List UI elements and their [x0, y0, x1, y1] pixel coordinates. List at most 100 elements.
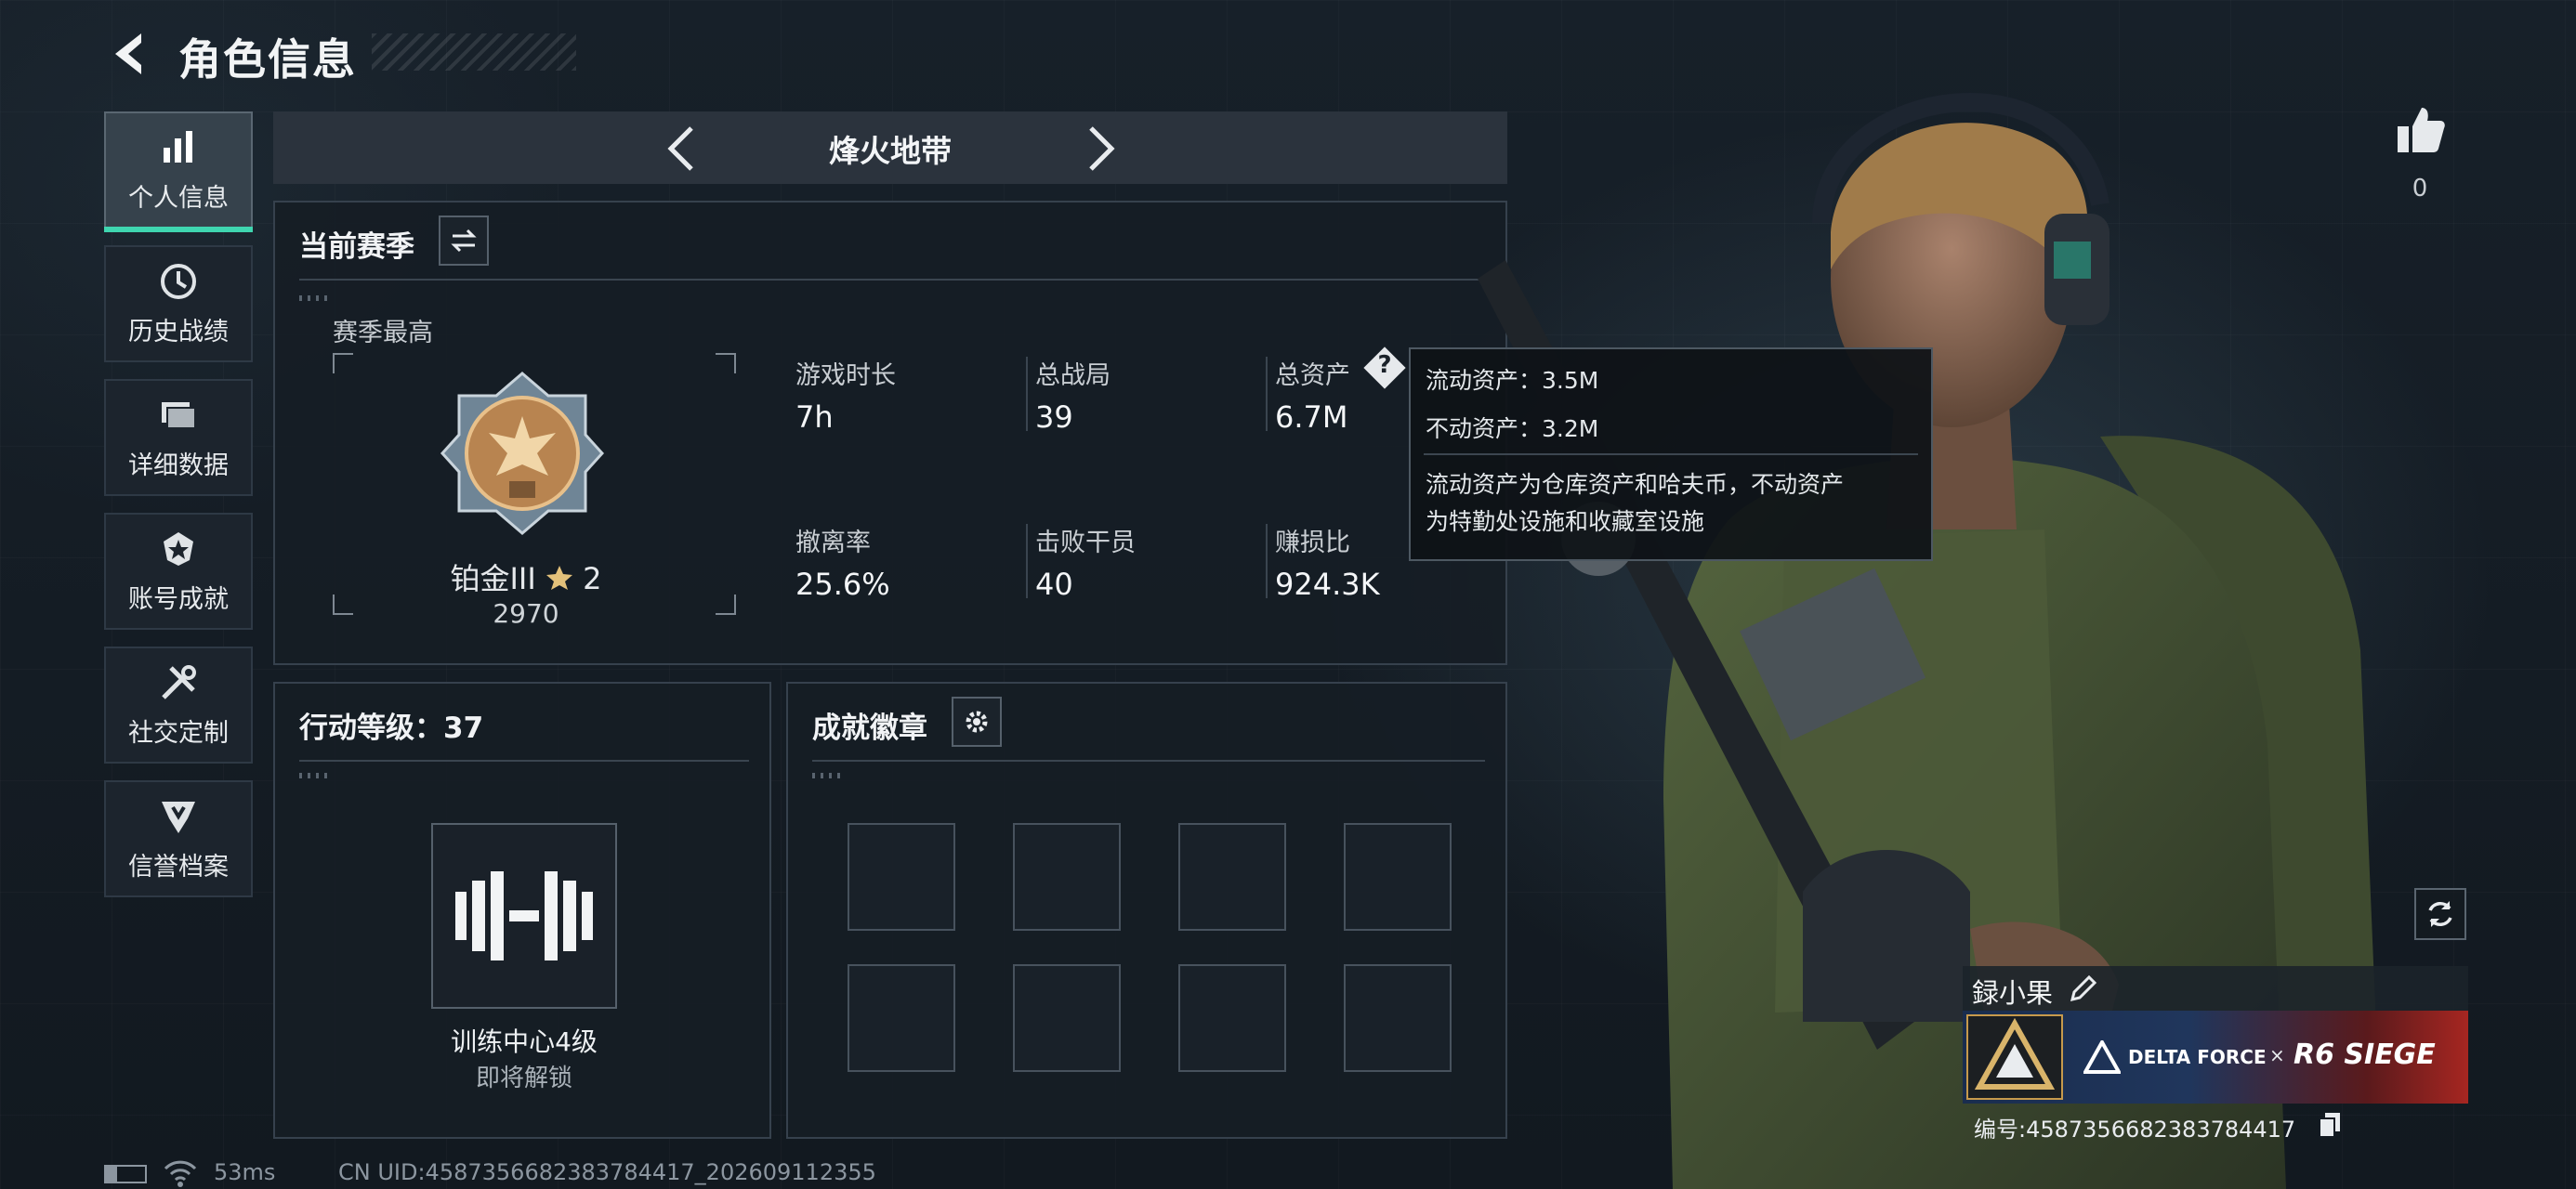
- sidebar-item-credit[interactable]: 信誉档案: [104, 780, 253, 897]
- divider: [1266, 357, 1268, 431]
- banner-brand: DELTA FORCE: [2128, 1046, 2267, 1068]
- badge-slot[interactable]: [1013, 823, 1121, 931]
- tooltip-note-line: 为特勤处设施和收藏室设施: [1426, 508, 1705, 535]
- stat-value-total-matches: 39: [1035, 399, 1073, 435]
- player-name-card: 録小果: [1963, 966, 2468, 1011]
- rank-emblem-icon: [440, 372, 605, 535]
- battery-icon: [104, 1165, 147, 1183]
- sidebar-item-personal-info[interactable]: 个人信息: [104, 111, 253, 232]
- tooltip-fixed-assets: 不动资产：3.2M: [1426, 415, 1599, 442]
- sidebar-item-label: 详细数据: [128, 451, 229, 480]
- chevron-right-icon: [1089, 126, 1115, 171]
- sidebar-item-label: 历史战绩: [128, 317, 229, 346]
- sidebar-item-label: 社交定制: [128, 718, 229, 748]
- title-decoration: [372, 33, 576, 71]
- like-button[interactable]: [2394, 104, 2446, 156]
- season-best-label: 赛季最高: [333, 319, 433, 347]
- player-rank-badge: [1966, 1014, 2063, 1100]
- stat-label-extract-rate: 撤离率: [795, 529, 871, 557]
- rank-name: 铂金III: [450, 561, 536, 596]
- player-id: 编号:4587356682383784417: [1974, 1117, 2296, 1143]
- stat-label-play-time: 游戏时长: [795, 361, 896, 390]
- banner-collab: R6 SIEGE: [2293, 1039, 2436, 1071]
- edit-name-button[interactable]: [2067, 972, 2100, 1005]
- pencil-icon: [2070, 974, 2097, 1002]
- refresh-icon: [2428, 901, 2452, 927]
- thumbs-up-icon: [2398, 108, 2445, 152]
- wifi-icon: [164, 1160, 197, 1187]
- stat-value-play-time: 7h: [795, 399, 834, 435]
- star-icon: [545, 566, 572, 590]
- season-title: 当前赛季: [299, 230, 414, 264]
- training-center-tile[interactable]: [431, 823, 617, 1009]
- player-name: 録小果: [1972, 977, 2054, 1009]
- sidebar-item-details[interactable]: 详细数据: [104, 379, 253, 496]
- badge-slot[interactable]: [848, 823, 955, 931]
- sidebar-item-label: 信誉档案: [128, 852, 229, 882]
- uid-text: CN UID:4587356682383784417_202609112355: [338, 1159, 876, 1185]
- banner-separator: ×: [2269, 1044, 2285, 1066]
- map-name: 烽火地带: [829, 133, 952, 169]
- stat-label-total-matches: 总战局: [1035, 361, 1111, 390]
- question-icon: ?: [1377, 351, 1392, 379]
- sidebar-item-social[interactable]: 社交定制: [104, 647, 253, 764]
- gear-icon: [966, 711, 988, 733]
- map-selector: 烽火地带: [273, 111, 1507, 184]
- tools-icon: [162, 664, 196, 699]
- season-panel: 当前赛季 赛季最高 铂金III 2 2970 游戏时长 7h 总战局 39 总资…: [273, 201, 1507, 665]
- clock-icon: [161, 263, 196, 299]
- achievements-panel: 成就徽章: [786, 682, 1507, 1139]
- frame-corner: [333, 353, 353, 373]
- stat-value-total-assets: 6.7M: [1275, 399, 1348, 435]
- like-count: 0: [2412, 175, 2428, 203]
- achievements-title: 成就徽章: [812, 712, 927, 745]
- frame-corner: [716, 353, 736, 373]
- sidebar-item-history[interactable]: 历史战绩: [104, 245, 253, 362]
- dumbbell-icon: [455, 871, 593, 960]
- ping-value: 53ms: [214, 1159, 276, 1185]
- badge-slot[interactable]: [1344, 823, 1452, 931]
- training-center-status: 即将解锁: [475, 1065, 572, 1092]
- stat-value-extract-rate: 25.6%: [795, 567, 890, 602]
- decor-dots: [299, 773, 333, 778]
- swap-icon: [451, 229, 477, 253]
- stat-value-profit-ratio: 924.3K: [1275, 567, 1380, 602]
- frame-corner: [716, 594, 736, 615]
- chevron-left-icon: [115, 33, 141, 74]
- divider: [1424, 453, 1918, 455]
- tooltip-liquid-assets: 流动资产：3.5M: [1426, 367, 1599, 394]
- badge-slot[interactable]: [848, 964, 955, 1072]
- copy-id-button[interactable]: [2318, 1111, 2342, 1139]
- stat-value-kills: 40: [1035, 567, 1073, 602]
- refresh-button[interactable]: [2414, 888, 2466, 940]
- page-title: 角色信息: [178, 34, 357, 85]
- stat-label-total-assets: 总资产: [1275, 361, 1350, 390]
- stat-label-kills: 击败干员: [1035, 529, 1136, 557]
- rank-name-line: 铂金III 2: [442, 555, 610, 598]
- frame-corner: [333, 594, 353, 615]
- sidebar-item-label: 个人信息: [128, 183, 229, 213]
- player-banner: DELTA FORCE × R6 SIEGE: [1963, 1011, 2468, 1104]
- stat-label-profit-ratio: 赚损比: [1275, 529, 1350, 557]
- map-next-button[interactable]: [1072, 123, 1124, 175]
- folders-icon: [162, 401, 196, 429]
- divider: [299, 760, 749, 762]
- medal-icon: [164, 531, 193, 566]
- assets-tooltip: 流动资产：3.5M 不动资产：3.2M 流动资产为仓库资产和哈夫币，不动资产 为…: [1409, 347, 1933, 561]
- divider: [299, 279, 1485, 281]
- rank-badge-icon: [1974, 1017, 2056, 1090]
- copy-icon: [2319, 1113, 2340, 1138]
- badge-slot[interactable]: [1344, 964, 1452, 1072]
- action-level-panel: 行动等级：37 训练中心4级 即将解锁: [273, 682, 771, 1139]
- season-switch-button[interactable]: [439, 216, 489, 266]
- tooltip-note-line: 流动资产为仓库资产和哈夫币，不动资产: [1426, 471, 1845, 498]
- sidebar-item-achievements[interactable]: 账号成就: [104, 513, 253, 630]
- achievements-settings-button[interactable]: [952, 697, 1002, 747]
- badge-slot[interactable]: [1178, 964, 1286, 1072]
- bar-chart-icon: [164, 130, 192, 163]
- sidebar-item-label: 账号成就: [128, 584, 229, 614]
- back-button[interactable]: [104, 28, 156, 80]
- decor-dots: [812, 773, 846, 778]
- badge-slot[interactable]: [1013, 964, 1121, 1072]
- badge-slot[interactable]: [1178, 823, 1286, 931]
